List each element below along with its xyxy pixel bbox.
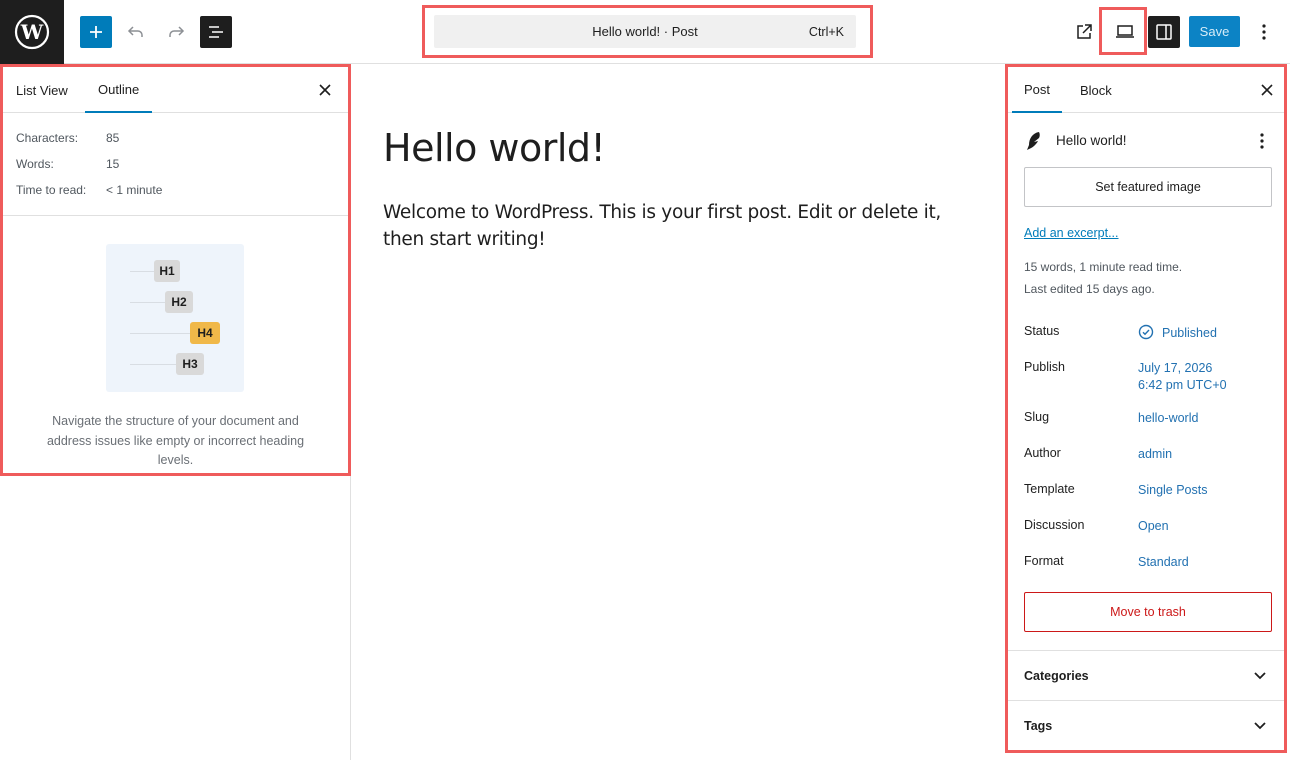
editor-canvas[interactable]: Hello world! Welcome to WordPress. This …: [351, 64, 1005, 760]
set-featured-image-button[interactable]: Set featured image: [1024, 167, 1272, 207]
outline-connector: [130, 302, 166, 303]
heading-chip-h4-warning: H4: [190, 322, 220, 344]
outline-connector: [130, 271, 156, 272]
reading-time: 15 words, 1 minute read time.: [1024, 260, 1183, 274]
more-vertical-icon: [1262, 24, 1266, 40]
status-value-button[interactable]: Published: [1138, 324, 1217, 342]
sidebar-tabs: Post Block: [1008, 67, 1284, 113]
document-overview-panel: List View Outline Characters: 85 Words: …: [0, 64, 351, 760]
view-post-button[interactable]: [1068, 16, 1100, 48]
laptop-icon: [1116, 25, 1134, 38]
tags-panel-toggle[interactable]: Tags: [1008, 700, 1284, 750]
document-title: Hello world! · Post: [592, 24, 698, 39]
property-label: Status: [1024, 324, 1060, 338]
stat-label: Characters:: [16, 131, 79, 145]
property-label: Format: [1024, 554, 1064, 568]
stat-value: < 1 minute: [106, 183, 163, 197]
stat-time-to-read: Time to read: < 1 minute: [16, 183, 316, 199]
settings-toggle-button[interactable]: [1148, 16, 1180, 48]
stat-words: Words: 15: [16, 157, 316, 173]
section-title: Tags: [1024, 719, 1053, 733]
slug-value-button[interactable]: hello-world: [1138, 410, 1198, 427]
stat-characters: Characters: 85: [16, 131, 316, 147]
post-summary-header: Hello world!: [1024, 129, 1274, 153]
undo-button[interactable]: [120, 16, 152, 48]
command-palette-button[interactable]: Hello world! · Post Ctrl+K: [434, 15, 856, 48]
move-to-trash-button[interactable]: Move to trash: [1024, 592, 1272, 632]
divider: [3, 215, 348, 216]
property-label: Discussion: [1024, 518, 1085, 532]
tab-outline[interactable]: Outline: [85, 67, 153, 113]
last-edited: Last edited 15 days ago.: [1024, 282, 1155, 296]
preview-highlight: [1099, 7, 1147, 55]
close-icon: [319, 84, 331, 96]
options-button[interactable]: [1248, 16, 1280, 48]
discussion-value-button[interactable]: Open: [1138, 518, 1169, 535]
stat-label: Time to read:: [16, 183, 87, 197]
published-check-icon: [1138, 324, 1154, 340]
add-block-button[interactable]: [80, 16, 112, 48]
chevron-down-icon: [1248, 714, 1272, 738]
publish-time: 6:42 pm UTC+0: [1138, 378, 1227, 392]
external-link-icon: [1077, 24, 1092, 39]
publish-date-button[interactable]: July 17, 2026 6:42 pm UTC+0: [1138, 360, 1227, 394]
author-value-button[interactable]: admin: [1138, 446, 1172, 463]
categories-panel-toggle[interactable]: Categories: [1008, 650, 1284, 700]
redo-icon: [169, 26, 185, 37]
section-title: Categories: [1024, 669, 1089, 683]
plus-icon: [90, 26, 102, 38]
format-value-button[interactable]: Standard: [1138, 554, 1189, 571]
tab-list-view[interactable]: List View: [16, 67, 68, 113]
paragraph-block[interactable]: Welcome to WordPress. This is your first…: [383, 199, 973, 253]
post-title[interactable]: Hello world!: [383, 126, 606, 170]
property-label: Publish: [1024, 360, 1065, 374]
post-title-label: Hello world!: [1056, 133, 1127, 148]
stat-label: Words:: [16, 157, 54, 171]
outline-panel-highlight: List View Outline Characters: 85 Words: …: [0, 64, 351, 476]
tab-block[interactable]: Block: [1080, 67, 1112, 113]
wordpress-logo-icon[interactable]: W: [0, 0, 64, 64]
heading-chip-h3: H3: [176, 353, 204, 375]
tab-post[interactable]: Post: [1012, 67, 1063, 113]
publish-date: July 17, 2026: [1138, 361, 1213, 375]
post-feather-icon: [1027, 132, 1040, 150]
shortcut-hint: Ctrl+K: [808, 25, 844, 39]
outline-connector: [130, 333, 192, 334]
chevron-down-icon: [1248, 664, 1272, 688]
property-label: Slug: [1024, 410, 1050, 424]
property-label: Author: [1024, 446, 1061, 460]
outline-connector: [130, 364, 178, 365]
stat-value: 85: [106, 131, 120, 145]
status-value: Published: [1162, 326, 1217, 340]
stat-value: 15: [106, 157, 120, 171]
document-overview-button[interactable]: [200, 16, 232, 48]
add-excerpt-link[interactable]: Add an excerpt...: [1024, 226, 1119, 240]
device-preview-button[interactable]: [1109, 16, 1141, 48]
template-value-button[interactable]: Single Posts: [1138, 482, 1207, 499]
outline-illustration: H1 H2 H4 H3: [106, 244, 244, 392]
settings-sidebar: Post Block Hello world! Set featured ima…: [1005, 64, 1287, 753]
svg-text:W: W: [20, 20, 44, 44]
outline-description: Navigate the structure of your document …: [46, 414, 305, 467]
editor-header: W Hello world! · Post Ctrl+K Save: [0, 0, 1290, 64]
property-label: Template: [1024, 482, 1075, 496]
save-button[interactable]: Save: [1189, 16, 1240, 47]
sidebar-icon: [1156, 24, 1172, 40]
command-bar-highlight: Hello world! · Post Ctrl+K: [422, 5, 873, 58]
list-view-icon: [209, 26, 223, 38]
more-vertical-icon: [1260, 133, 1264, 149]
post-actions-button[interactable]: [1250, 129, 1274, 153]
close-settings-button[interactable]: [1255, 78, 1279, 102]
heading-chip-h1: H1: [154, 260, 180, 282]
undo-icon: [127, 26, 143, 37]
heading-chip-h2: H2: [165, 291, 193, 313]
close-overview-button[interactable]: [313, 78, 337, 102]
redo-button[interactable]: [160, 16, 192, 48]
close-icon: [1261, 84, 1273, 96]
overview-tabs: List View Outline: [3, 67, 348, 113]
